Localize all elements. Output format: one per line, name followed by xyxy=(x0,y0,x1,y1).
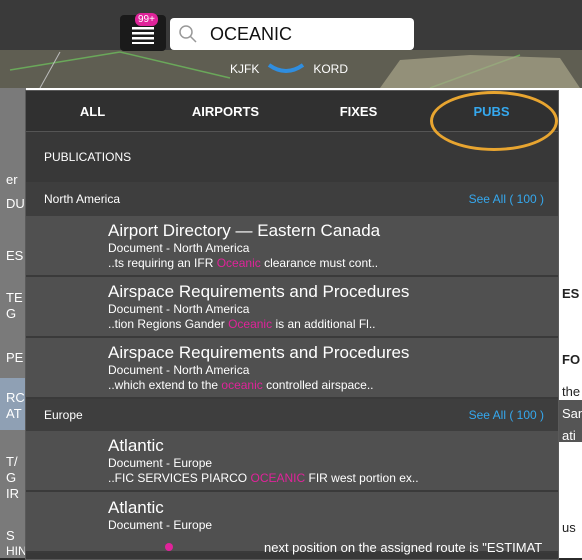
see-all-link[interactable]: See All ( 100 ) xyxy=(469,192,544,206)
match-highlight: Oceanic xyxy=(216,255,261,270)
result-item[interactable]: Airport Directory — Eastern Canada Docum… xyxy=(26,216,558,277)
result-title: Airspace Requirements and Procedures xyxy=(108,342,410,362)
annotation-circle xyxy=(430,91,558,151)
bg-fragment: TE xyxy=(6,290,23,305)
search-input[interactable]: OCEANIC xyxy=(210,24,292,45)
section-header: North America See All ( 100 ) xyxy=(26,182,558,216)
tab-all[interactable]: ALL xyxy=(26,91,159,131)
route-bar[interactable]: KJFK KORD xyxy=(214,58,364,80)
tab-airports[interactable]: AIRPORTS xyxy=(159,91,292,131)
bg-fragment: IR xyxy=(6,486,19,501)
bg-fragment: G xyxy=(6,306,17,321)
section-title: Europe xyxy=(44,408,83,422)
result-title: Atlantic xyxy=(108,435,164,455)
bg-fragment: ES xyxy=(562,286,580,301)
result-snippet: ..which extend to the oceanic controlled… xyxy=(108,377,374,392)
bg-fragment: S xyxy=(6,528,15,543)
result-snippet: ..ts requiring an IFR Oceanic clearance … xyxy=(108,255,379,270)
match-highlight: OCEANIC xyxy=(250,470,306,485)
result-title: Atlantic xyxy=(108,498,164,517)
bg-fragment: the xyxy=(562,384,581,399)
route-destination: KORD xyxy=(313,62,348,76)
search-results-panel: ALL AIRPORTS FIXES PUBS PUBLICATIONS Nor… xyxy=(25,90,559,560)
search-icon xyxy=(179,25,197,43)
route-origin: KJFK xyxy=(229,62,260,76)
notification-badge: 99+ xyxy=(135,13,158,26)
result-subtitle: Document - Europe xyxy=(108,518,213,532)
background-footer-text: next position on the assigned route is "… xyxy=(264,540,543,555)
result-title: Airport Directory — Eastern Canada xyxy=(108,220,381,240)
tab-fixes[interactable]: FIXES xyxy=(292,91,425,131)
bg-fragment: ati xyxy=(562,428,576,443)
result-subtitle: Document - Europe xyxy=(108,455,213,470)
bg-fragment: us xyxy=(562,520,576,535)
section-header: Europe See All ( 100 ) xyxy=(26,399,558,431)
result-item[interactable]: Atlantic Document - Europe ..FIC SERVICE… xyxy=(26,431,558,492)
bg-fragment: DU xyxy=(6,196,25,211)
result-subtitle: Document - North America xyxy=(108,301,250,316)
route-chevron-icon xyxy=(268,63,305,73)
bg-fragment: FO xyxy=(562,352,581,367)
section-title: North America xyxy=(44,192,121,206)
bg-fragment: T/ xyxy=(6,454,18,469)
see-all-link[interactable]: See All ( 100 ) xyxy=(469,408,544,422)
bg-fragment: er xyxy=(6,172,18,187)
result-title: Airspace Requirements and Procedures xyxy=(108,281,410,301)
result-snippet: ..tion Regions Gander Oceanic is an addi… xyxy=(108,316,376,331)
result-subtitle: Document - North America xyxy=(108,240,250,255)
bg-fragment: San xyxy=(562,406,582,421)
bg-fragment: G xyxy=(6,470,17,485)
bg-fragment: AT xyxy=(6,406,22,421)
result-subtitle: Document - North America xyxy=(108,362,250,377)
match-highlight: oceanic xyxy=(221,377,263,392)
page-indicator-dot xyxy=(165,543,173,551)
match-highlight: Oceanic xyxy=(228,316,273,331)
result-item[interactable]: Airspace Requirements and Procedures Doc… xyxy=(26,338,558,399)
result-snippet: ..FIC SERVICES PIARCO OCEANIC FIR west p… xyxy=(108,470,419,485)
bg-fragment: RC xyxy=(6,390,25,405)
bg-fragment: PE xyxy=(6,350,24,365)
bg-fragment: ES xyxy=(6,248,24,263)
result-item[interactable]: Airspace Requirements and Procedures Doc… xyxy=(26,277,558,338)
search-field[interactable]: OCEANIC xyxy=(170,18,414,50)
